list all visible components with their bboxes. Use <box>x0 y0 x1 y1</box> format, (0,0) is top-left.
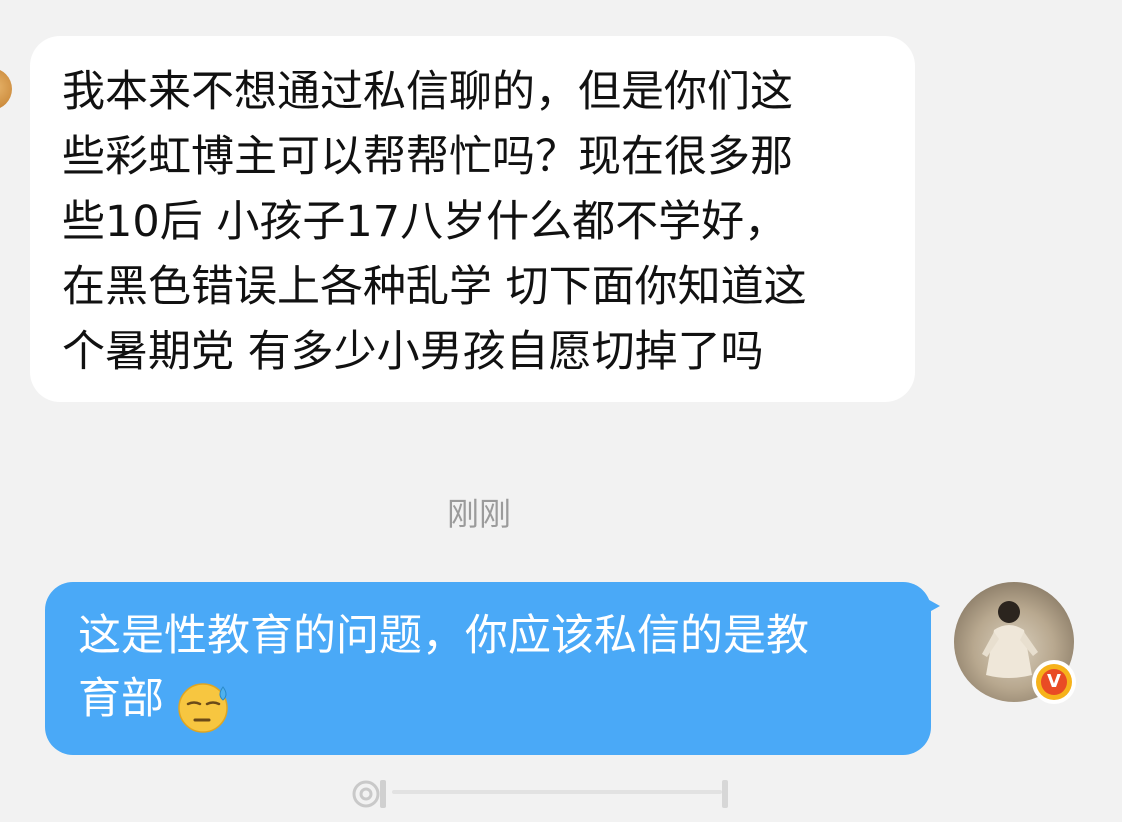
verified-badge-outer-ring: V <box>1036 664 1072 700</box>
message-timestamp: 刚刚 <box>446 495 511 533</box>
verified-v-icon: V <box>1041 669 1067 695</box>
downcast-face-with-sweat-icon <box>178 683 228 733</box>
sender-avatar[interactable] <box>0 68 12 110</box>
incoming-message-text: 我本来不想通过私信聊的，但是你们这 些彩虹博主可以帮帮忙吗？现在很多那 些10后… <box>62 67 807 377</box>
outgoing-bubble-tail <box>922 596 940 616</box>
verified-badge: V <box>1032 660 1076 704</box>
watermark-logo <box>352 780 728 808</box>
